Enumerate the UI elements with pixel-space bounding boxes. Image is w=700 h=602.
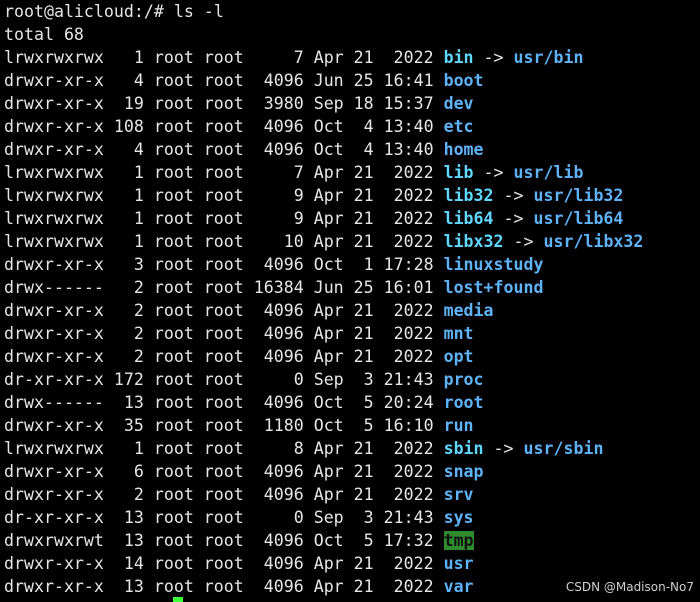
listing-row: dr-xr-xr-x 13 root root 0 Sep 3 21:43 sy… bbox=[4, 506, 474, 529]
terminal-window[interactable]: root@alicloud:/# ls -l total 68 lrwxrwxr… bbox=[0, 0, 700, 602]
symlink-arrow: -> bbox=[493, 186, 534, 205]
symlink-arrow: -> bbox=[493, 209, 534, 228]
file-metadata: drwxr-xr-x 13 root root 4096 Apr 21 2022 bbox=[4, 577, 444, 596]
file-metadata: drwxr-xr-x 2 root root 4096 Apr 21 2022 bbox=[4, 485, 444, 504]
file-metadata: drwxr-xr-x 4 root root 4096 Oct 4 13:40 bbox=[4, 140, 444, 159]
listing-row: drwxr-xr-x 3 root root 4096 Oct 1 17:28 … bbox=[4, 253, 543, 276]
listing-row: drwx------ 13 root root 4096 Oct 5 20:24… bbox=[4, 391, 484, 414]
directory-name: tmp bbox=[443, 531, 474, 550]
file-metadata: drwxr-xr-x 2 root root 4096 Apr 21 2022 bbox=[4, 324, 444, 343]
listing-row: drwxr-xr-x 2 root root 4096 Apr 21 2022 … bbox=[4, 322, 474, 345]
symlink-name: libx32 bbox=[443, 232, 504, 251]
listing-row: drwxr-xr-x 19 root root 3980 Sep 18 15:3… bbox=[4, 92, 474, 115]
directory-name: sys bbox=[443, 508, 474, 527]
file-metadata: drwxr-xr-x 2 root root 4096 Apr 21 2022 bbox=[4, 347, 444, 366]
symlink-target: usr/bin bbox=[513, 48, 584, 67]
listing-row: drwx------ 2 root root 16384 Jun 25 16:0… bbox=[4, 276, 543, 299]
symlink-target: usr/lib32 bbox=[533, 186, 624, 205]
file-metadata: lrwxrwxrwx 1 root root 7 Apr 21 2022 bbox=[4, 48, 444, 67]
file-metadata: drwxr-xr-x 35 root root 1180 Oct 5 16:10 bbox=[4, 416, 444, 435]
file-metadata: drwx------ 13 root root 4096 Oct 5 20:24 bbox=[4, 393, 444, 412]
symlink-target: usr/lib64 bbox=[533, 209, 624, 228]
listing-row: drwxr-xr-x 2 root root 4096 Apr 21 2022 … bbox=[4, 299, 494, 322]
shell-prompt: root@alicloud:/# bbox=[4, 2, 164, 21]
symlink-target: usr/libx32 bbox=[543, 232, 644, 251]
file-metadata: lrwxrwxrwx 1 root root 9 Apr 21 2022 bbox=[4, 186, 444, 205]
file-metadata: lrwxrwxrwx 1 root root 7 Apr 21 2022 bbox=[4, 163, 444, 182]
listing-row: lrwxrwxrwx 1 root root 7 Apr 21 2022 bin… bbox=[4, 46, 583, 69]
symlink-name: lib64 bbox=[443, 209, 494, 228]
file-metadata: drwxr-xr-x 4 root root 4096 Jun 25 16:41 bbox=[4, 71, 444, 90]
symlink-arrow: -> bbox=[483, 439, 524, 458]
symlink-target: usr/lib bbox=[513, 163, 584, 182]
listing-row: drwxr-xr-x 13 root root 4096 Apr 21 2022… bbox=[4, 575, 474, 598]
directory-name: proc bbox=[443, 370, 484, 389]
total-blocks: total 68 bbox=[4, 25, 84, 44]
directory-name: etc bbox=[443, 117, 474, 136]
listing-row: drwxr-xr-x 2 root root 4096 Apr 21 2022 … bbox=[4, 483, 474, 506]
file-metadata: drwxr-xr-x 19 root root 3980 Sep 18 15:3… bbox=[4, 94, 444, 113]
directory-name: linuxstudy bbox=[443, 255, 544, 274]
directory-name: lost+found bbox=[443, 278, 544, 297]
file-metadata: drwxr-xr-x 14 root root 4096 Apr 21 2022 bbox=[4, 554, 444, 573]
directory-name: mnt bbox=[443, 324, 474, 343]
symlink-arrow: -> bbox=[473, 163, 514, 182]
file-metadata: drwxr-xr-x 3 root root 4096 Oct 1 17:28 bbox=[4, 255, 444, 274]
listing-row: dr-xr-xr-x 172 root root 0 Sep 3 21:43 p… bbox=[4, 368, 484, 391]
listing-row: lrwxrwxrwx 1 root root 7 Apr 21 2022 lib… bbox=[4, 161, 583, 184]
file-metadata: drwx------ 2 root root 16384 Jun 25 16:0… bbox=[4, 278, 444, 297]
symlink-arrow: -> bbox=[503, 232, 544, 251]
text-cursor bbox=[173, 597, 183, 602]
listing-row: drwxr-xr-x 2 root root 4096 Apr 21 2022 … bbox=[4, 345, 474, 368]
directory-name: dev bbox=[443, 94, 474, 113]
file-metadata: lrwxrwxrwx 1 root root 8 Apr 21 2022 bbox=[4, 439, 444, 458]
command-text: ls -l bbox=[173, 2, 224, 21]
listing-row: drwxr-xr-x 14 root root 4096 Apr 21 2022… bbox=[4, 552, 474, 575]
directory-name: run bbox=[443, 416, 474, 435]
watermark: CSDN @Madison-No7 bbox=[565, 580, 694, 594]
listing-row: drwxr-xr-x 6 root root 4096 Apr 21 2022 … bbox=[4, 460, 484, 483]
listing-row: lrwxrwxrwx 1 root root 10 Apr 21 2022 li… bbox=[4, 230, 643, 253]
symlink-name: lib32 bbox=[443, 186, 494, 205]
listing-row: lrwxrwxrwx 1 root root 9 Apr 21 2022 lib… bbox=[4, 184, 623, 207]
listing-row: lrwxrwxrwx 1 root root 8 Apr 21 2022 sbi… bbox=[4, 437, 603, 460]
directory-name: usr bbox=[443, 554, 474, 573]
directory-name: root bbox=[443, 393, 484, 412]
listing-row: drwxr-xr-x 35 root root 1180 Oct 5 16:10… bbox=[4, 414, 474, 437]
file-metadata: dr-xr-xr-x 172 root root 0 Sep 3 21:43 bbox=[4, 370, 444, 389]
symlink-arrow: -> bbox=[473, 48, 514, 67]
directory-name: var bbox=[443, 577, 474, 596]
directory-name: boot bbox=[443, 71, 484, 90]
file-metadata: drwxr-xr-x 6 root root 4096 Apr 21 2022 bbox=[4, 462, 444, 481]
file-metadata: drwxrwxrwt 13 root root 4096 Oct 5 17:32 bbox=[4, 531, 444, 550]
directory-name: home bbox=[443, 140, 484, 159]
directory-name: snap bbox=[443, 462, 484, 481]
listing-row: lrwxrwxrwx 1 root root 9 Apr 21 2022 lib… bbox=[4, 207, 623, 230]
listing-row: drwxrwxrwt 13 root root 4096 Oct 5 17:32… bbox=[4, 529, 474, 552]
file-metadata: dr-xr-xr-x 13 root root 0 Sep 3 21:43 bbox=[4, 508, 444, 527]
listing-row: drwxr-xr-x 4 root root 4096 Jun 25 16:41… bbox=[4, 69, 484, 92]
file-metadata: drwxr-xr-x 2 root root 4096 Apr 21 2022 bbox=[4, 301, 444, 320]
symlink-target: usr/sbin bbox=[523, 439, 604, 458]
file-metadata: lrwxrwxrwx 1 root root 10 Apr 21 2022 bbox=[4, 232, 444, 251]
symlink-name: sbin bbox=[443, 439, 484, 458]
listing-row: drwxr-xr-x 4 root root 4096 Oct 4 13:40 … bbox=[4, 138, 484, 161]
directory-name: media bbox=[443, 301, 494, 320]
symlink-name: lib bbox=[443, 163, 474, 182]
file-metadata: drwxr-xr-x 108 root root 4096 Oct 4 13:4… bbox=[4, 117, 444, 136]
directory-name: opt bbox=[443, 347, 474, 366]
symlink-name: bin bbox=[443, 48, 474, 67]
directory-name: srv bbox=[443, 485, 474, 504]
command-line: root@alicloud:/# ls -l bbox=[4, 0, 224, 23]
listing-row: drwxr-xr-x 108 root root 4096 Oct 4 13:4… bbox=[4, 115, 474, 138]
file-metadata: lrwxrwxrwx 1 root root 9 Apr 21 2022 bbox=[4, 209, 444, 228]
